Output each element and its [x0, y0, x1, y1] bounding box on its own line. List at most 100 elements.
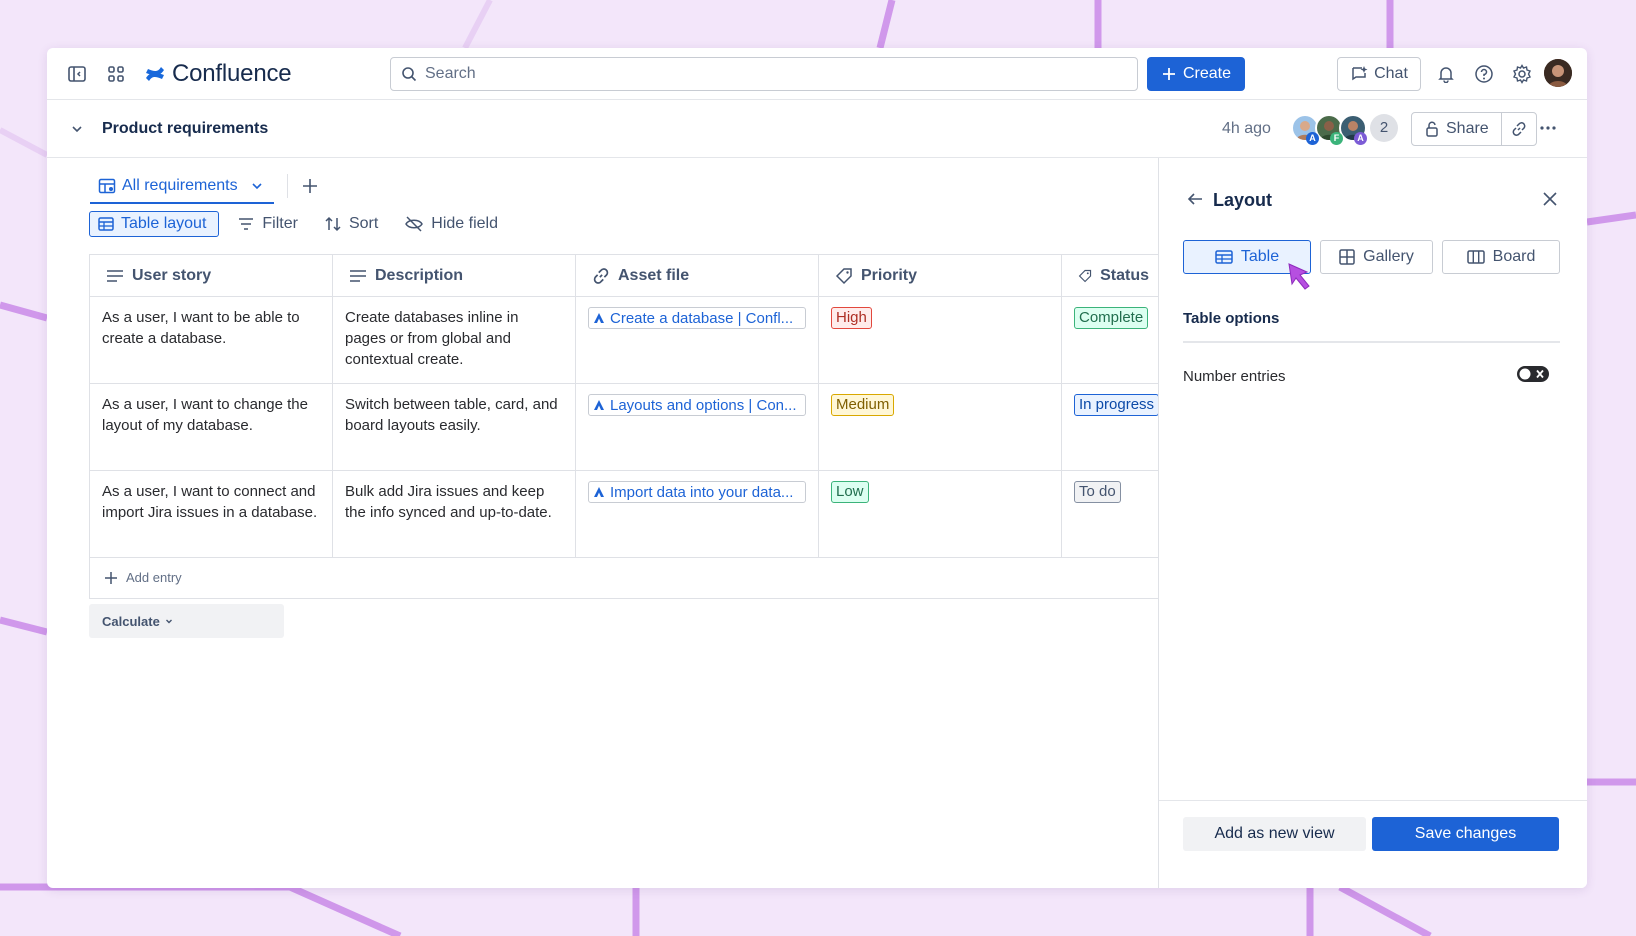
plus-icon	[1162, 68, 1175, 80]
link-icon	[1512, 122, 1526, 136]
app-switcher-icon[interactable]	[102, 60, 130, 88]
asset-link[interactable]: Layouts and options | Con...	[588, 394, 806, 416]
page-title: Product requirements	[102, 120, 269, 137]
status-badge[interactable]: Complete	[1074, 307, 1149, 329]
mouse-cursor-icon	[1288, 263, 1310, 290]
column-header-description[interactable]: Description	[333, 255, 576, 296]
sort-button[interactable]: Sort	[316, 211, 386, 237]
chevron-down-icon	[165, 619, 172, 624]
more-options-icon[interactable]	[1534, 114, 1562, 142]
last-edited-time: 4h ago	[1222, 120, 1271, 137]
table-icon	[98, 217, 114, 231]
status-cell: To do	[1062, 471, 1161, 557]
layout-option-gallery[interactable]: Gallery	[1320, 240, 1433, 274]
tab-label: All requirements	[122, 177, 238, 194]
sort-icon	[325, 216, 341, 232]
confluence-logo[interactable]: Confluence	[144, 60, 292, 88]
share-button-group: Share	[1411, 112, 1537, 146]
column-header-priority[interactable]: Priority	[819, 255, 1062, 296]
add-view-plus-icon[interactable]	[296, 172, 324, 200]
description-cell[interactable]: Create databases inline in pages or from…	[333, 297, 576, 383]
asset-link-text: Create a database | Confl...	[610, 309, 794, 327]
back-arrow-icon[interactable]	[1181, 185, 1209, 213]
database-view-icon	[98, 178, 116, 194]
atlassian-icon	[594, 400, 604, 410]
atlassian-icon	[594, 487, 604, 497]
status-badge[interactable]: To do	[1074, 481, 1121, 503]
share-button[interactable]: Share	[1412, 113, 1502, 145]
copy-link-button[interactable]	[1502, 113, 1536, 145]
status-cell: In progress	[1062, 384, 1161, 470]
close-icon[interactable]	[1536, 185, 1564, 213]
asset-file-cell: Create a database | Confl...	[576, 297, 819, 383]
priority-badge[interactable]: Medium	[831, 394, 895, 416]
layout-option-label: Board	[1492, 248, 1536, 265]
chat-label: Chat	[1374, 65, 1408, 82]
chat-button[interactable]: Chat	[1337, 57, 1421, 91]
table-header-row: User story Description Asset file Priori…	[90, 255, 1160, 297]
plus-icon	[105, 571, 117, 584]
column-header-label: Description	[375, 267, 464, 284]
asset-file-cell: Import data into your data...	[576, 471, 819, 557]
tab-all-requirements[interactable]: All requirements	[90, 170, 274, 204]
priority-cell: Medium	[819, 384, 1062, 470]
unlock-icon	[1426, 121, 1438, 137]
calculate-dropdown[interactable]: Calculate	[89, 604, 284, 638]
gallery-grid-icon	[1339, 249, 1355, 265]
create-button[interactable]: Create	[1147, 57, 1245, 91]
table-layout-button[interactable]: Table layout	[89, 211, 220, 237]
number-entries-toggle[interactable]	[1516, 365, 1550, 383]
column-header-status[interactable]: Status	[1062, 255, 1161, 296]
search-placeholder: Search	[425, 65, 476, 82]
share-label: Share	[1446, 120, 1489, 137]
priority-badge[interactable]: Low	[831, 481, 869, 503]
table-row: As a user, I want to connect and import …	[90, 471, 1160, 558]
text-field-icon	[350, 269, 366, 282]
status-badge[interactable]: In progress	[1074, 394, 1160, 416]
column-header-label: User story	[132, 267, 212, 284]
user-story-cell[interactable]: As a user, I want to be able to create a…	[90, 297, 333, 383]
asset-link[interactable]: Import data into your data...	[588, 481, 806, 503]
asset-link[interactable]: Create a database | Confl...	[588, 307, 806, 329]
column-header-label: Status	[1100, 267, 1149, 284]
collapse-chevron-icon[interactable]	[63, 115, 91, 143]
chat-sparkle-icon	[1352, 66, 1368, 81]
save-changes-button[interactable]: Save changes	[1372, 817, 1559, 851]
asset-link-text: Layouts and options | Con...	[610, 396, 797, 414]
column-header-user-story[interactable]: User story	[90, 255, 333, 296]
notifications-bell-icon[interactable]	[1432, 60, 1460, 88]
description-cell[interactable]: Bulk add Jira issues and keep the info s…	[333, 471, 576, 557]
priority-badge[interactable]: High	[831, 307, 872, 329]
filter-button[interactable]: Filter	[229, 211, 306, 237]
search-input[interactable]: Search	[390, 57, 1138, 91]
collaborator-initial-badge: A	[1354, 132, 1367, 145]
help-icon[interactable]	[1470, 60, 1498, 88]
priority-cell: Low	[819, 471, 1062, 557]
add-entry-button[interactable]: Add entry	[89, 557, 1160, 599]
add-entry-label: Add entry	[126, 570, 182, 585]
filter-icon	[239, 218, 254, 230]
description-cell[interactable]: Switch between table, card, and board la…	[333, 384, 576, 470]
sidebar-toggle-icon[interactable]	[63, 60, 91, 88]
text-field-icon	[107, 269, 123, 282]
layout-option-board[interactable]: Board	[1442, 240, 1560, 274]
add-as-new-view-button[interactable]: Add as new view	[1183, 817, 1366, 851]
user-story-cell[interactable]: As a user, I want to connect and import …	[90, 471, 333, 557]
requirements-table: User story Description Asset file Priori…	[89, 254, 1160, 558]
link-icon	[593, 267, 609, 284]
collaborator-initial-badge: A	[1306, 132, 1319, 145]
table-icon	[1215, 250, 1233, 264]
settings-gear-icon[interactable]	[1508, 60, 1536, 88]
column-header-label: Priority	[861, 267, 918, 284]
atlassian-icon	[594, 313, 604, 323]
layout-option-label: Gallery	[1363, 248, 1414, 265]
column-header-asset-file[interactable]: Asset file	[576, 255, 819, 296]
create-label: Create	[1182, 65, 1232, 82]
app-window: Confluence Search Create Chat Product re…	[47, 48, 1587, 888]
user-story-cell[interactable]: As a user, I want to change the layout o…	[90, 384, 333, 470]
tag-icon	[835, 267, 852, 284]
more-collaborators-count[interactable]: 2	[1370, 114, 1398, 142]
user-avatar[interactable]	[1544, 59, 1572, 87]
hide-field-button[interactable]: Hide field	[396, 211, 506, 237]
board-columns-icon	[1466, 250, 1485, 264]
